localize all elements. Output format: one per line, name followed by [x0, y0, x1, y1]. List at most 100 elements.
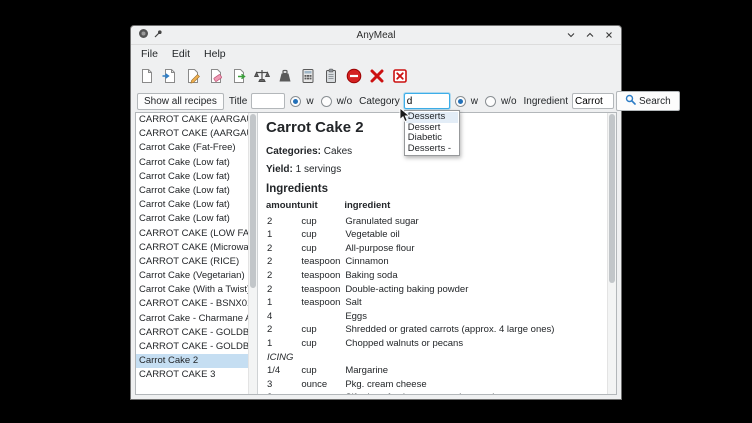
close-button[interactable] — [604, 30, 614, 40]
category-without-radio[interactable] — [485, 96, 496, 107]
export-document-icon[interactable] — [228, 65, 249, 87]
main-content: CARROT CAKE (AARGAU)CARROT CAKE (AARGAU)… — [135, 112, 617, 395]
column-unit: unit — [300, 200, 344, 215]
stop-icon[interactable] — [343, 65, 364, 87]
ingredient-row: 2cupAll-purpose flour — [266, 242, 555, 256]
calculator-icon[interactable] — [297, 65, 318, 87]
list-item[interactable]: CARROT CAKE (AARGAU) — [136, 113, 248, 127]
categories-label: Categories: — [266, 146, 321, 157]
list-item[interactable]: Carrot Cake (Low fat) — [136, 212, 248, 226]
search-button-label: Search — [639, 96, 671, 107]
weight-icon[interactable] — [274, 65, 295, 87]
anymeal-window: AnyMeal File Edit Help Show all recipes … — [130, 25, 622, 400]
ingredient-row: 2cupSifted confectioners sugar (approx.) — [266, 391, 555, 394]
list-item[interactable]: Carrot Cake - Charmane An... — [136, 312, 248, 326]
ingredients-heading: Ingredients — [266, 183, 599, 195]
minimize-button[interactable] — [566, 30, 576, 40]
ingredient-row: 4Eggs — [266, 310, 555, 324]
app-icon — [138, 26, 149, 44]
list-item[interactable]: CARROT CAKE - GOLDBECK — [136, 340, 248, 354]
ingredient-section-row: ICING — [266, 351, 555, 365]
menu-edit[interactable]: Edit — [165, 47, 197, 61]
ingredient-row: 1cupVegetable oil — [266, 228, 555, 242]
recipe-detail-scrollbar[interactable] — [607, 113, 616, 394]
list-item[interactable]: Carrot Cake (With a Twist) — [136, 283, 248, 297]
list-item[interactable]: CARROT CAKE - GOLDBECK — [136, 326, 248, 340]
list-item[interactable]: Carrot Cake (Low fat) — [136, 198, 248, 212]
ingredient-row: 2cupGranulated sugar — [266, 215, 555, 229]
mouse-cursor — [399, 107, 411, 128]
column-ingredient: ingredient — [344, 200, 555, 215]
search-button[interactable]: Search — [616, 91, 680, 111]
import-document-icon[interactable] — [159, 65, 180, 87]
ingredient-row: 2teaspoonBaking soda — [266, 269, 555, 283]
title-filter-input[interactable] — [251, 93, 285, 109]
ingredient-row: 2cupShredded or grated carrots (approx. … — [266, 323, 555, 337]
category-with-radio[interactable] — [455, 96, 466, 107]
ingredient-row: 1teaspoonSalt — [266, 296, 555, 310]
title-filter-label: Title — [229, 96, 248, 107]
titlebar-icons — [138, 26, 163, 44]
dropdown-item[interactable]: Dessert — [406, 123, 458, 134]
delete-icon[interactable] — [366, 65, 387, 87]
column-amount: amount — [266, 200, 300, 215]
new-document-icon[interactable] — [136, 65, 157, 87]
list-item[interactable]: Carrot Cake (Low fat) — [136, 156, 248, 170]
title-without-label: w/o — [337, 96, 353, 107]
list-item[interactable]: CARROT CAKE (Microwave) — [136, 241, 248, 255]
toolbar — [131, 63, 621, 89]
list-item[interactable]: CARROT CAKE (AARGAU) — [136, 127, 248, 141]
yield-label: Yield: — [266, 164, 293, 175]
list-item[interactable]: Carrot Cake (Low fat) — [136, 184, 248, 198]
title-without-radio[interactable] — [321, 96, 332, 107]
search-icon — [625, 94, 636, 108]
maximize-button[interactable] — [585, 30, 595, 40]
clipboard-icon[interactable] — [320, 65, 341, 87]
ingredients-table: amount unit ingredient 2cupGranulated su… — [266, 200, 555, 394]
category-without-label: w/o — [501, 96, 517, 107]
list-item[interactable]: Carrot Cake (Fat-Free) — [136, 141, 248, 155]
category-with-label: w — [471, 96, 478, 107]
filter-bar: Show all recipes Title w w/o Category De… — [131, 89, 621, 113]
ingredient-row: 3ouncePkg. cream cheese — [266, 378, 555, 392]
categories-value: Cakes — [324, 146, 352, 157]
list-item[interactable]: Carrot Cake (Low fat) — [136, 170, 248, 184]
menu-file[interactable]: File — [134, 47, 165, 61]
erase-recipe-icon[interactable] — [205, 65, 226, 87]
show-all-recipes-button[interactable]: Show all recipes — [137, 93, 224, 110]
dropdown-item[interactable]: Desserts — [406, 112, 458, 123]
list-item[interactable]: Carrot Cake 2 — [136, 354, 248, 368]
ingredient-filter-input[interactable] — [572, 93, 614, 109]
dropdown-item[interactable]: Diabetic — [406, 133, 458, 144]
edit-recipe-icon[interactable] — [182, 65, 203, 87]
category-dropdown: DessertsDessertDiabeticDesserts - — [404, 110, 460, 156]
pin-icon — [153, 26, 163, 44]
ingredient-filter-label: Ingredient — [524, 96, 568, 107]
menubar: File Edit Help — [131, 45, 621, 63]
ingredient-row: 2teaspoonCinnamon — [266, 255, 555, 269]
recipe-list-scrollbar[interactable] — [248, 113, 258, 394]
close-database-icon[interactable] — [389, 65, 410, 87]
scale-icon[interactable] — [251, 65, 272, 87]
titlebar[interactable]: AnyMeal — [131, 26, 621, 45]
window-controls — [566, 30, 614, 40]
recipe-list-scrollbar-thumb[interactable] — [250, 114, 256, 288]
title-with-radio[interactable] — [290, 96, 301, 107]
dropdown-item[interactable]: Desserts - — [406, 144, 458, 155]
yield-value: 1 servings — [296, 164, 342, 175]
list-item[interactable]: Carrot Cake (Vegetarian) — [136, 269, 248, 283]
ingredient-row: 1/4cupMargarine — [266, 364, 555, 378]
recipe-yield: Yield: 1 servings — [266, 164, 599, 175]
title-with-label: w — [306, 96, 313, 107]
ingredient-row: 1cupChopped walnuts or pecans — [266, 337, 555, 351]
ingredient-row: 2teaspoonDouble-acting baking powder — [266, 283, 555, 297]
window-title: AnyMeal — [131, 30, 621, 41]
menu-help[interactable]: Help — [197, 47, 233, 61]
list-item[interactable]: CARROT CAKE (LOW FAT) — [136, 227, 248, 241]
list-item[interactable]: CARROT CAKE (RICE) — [136, 255, 248, 269]
category-filter-label: Category — [359, 96, 400, 107]
recipe-list: CARROT CAKE (AARGAU)CARROT CAKE (AARGAU)… — [136, 113, 248, 394]
list-item[interactable]: CARROT CAKE - BSNX01A — [136, 297, 248, 311]
recipe-detail-scrollbar-thumb[interactable] — [609, 114, 615, 283]
list-item[interactable]: CARROT CAKE 3 — [136, 368, 248, 382]
